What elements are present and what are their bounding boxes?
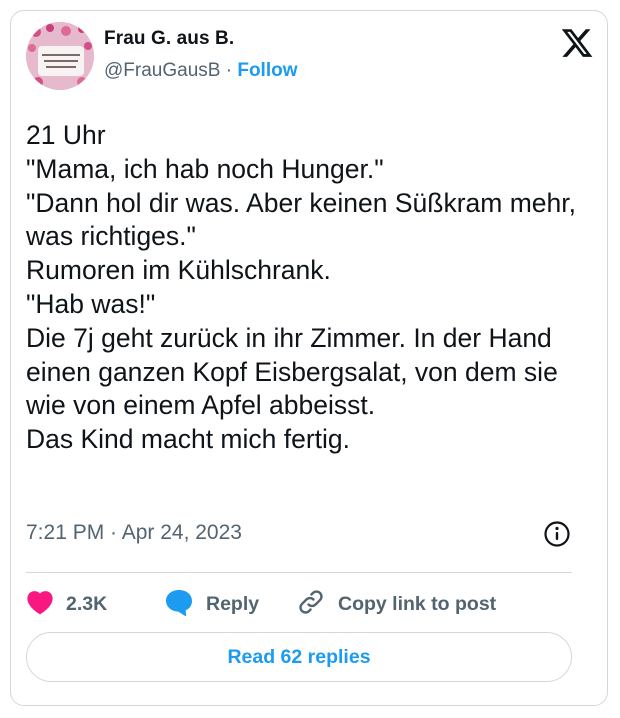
info-icon[interactable] bbox=[542, 519, 572, 549]
read-replies-button[interactable]: Read 62 replies bbox=[26, 632, 572, 682]
reply-button[interactable]: Reply bbox=[164, 587, 259, 621]
meta-row: 7:21 PM · Apr 24, 2023 bbox=[26, 519, 572, 553]
author-handle-row: @FrauGausB · Follow bbox=[104, 60, 298, 82]
author-name[interactable]: Frau G. aus B. bbox=[104, 28, 234, 50]
timestamp[interactable]: 7:21 PM · Apr 24, 2023 bbox=[26, 521, 242, 545]
like-button[interactable]: 2.3K bbox=[26, 587, 107, 621]
link-icon bbox=[296, 587, 326, 622]
reply-label: Reply bbox=[206, 592, 260, 615]
follow-button[interactable]: Follow bbox=[237, 60, 297, 81]
avatar[interactable] bbox=[26, 22, 94, 90]
tweet-text: 21 Uhr "Mama, ich hab noch Hunger." "Dan… bbox=[26, 120, 576, 455]
divider bbox=[26, 572, 572, 573]
action-bar: 2.3K Reply Copy link to post bbox=[26, 587, 572, 621]
speech-bubble-icon bbox=[164, 588, 194, 621]
heart-icon bbox=[26, 589, 54, 620]
separator-dot: · bbox=[220, 60, 238, 81]
like-count: 2.3K bbox=[66, 592, 108, 615]
copy-link-button[interactable]: Copy link to post bbox=[296, 587, 496, 621]
author-handle[interactable]: @FrauGausB bbox=[104, 60, 220, 81]
copy-link-label: Copy link to post bbox=[338, 592, 497, 615]
x-logo-icon[interactable] bbox=[560, 26, 594, 60]
